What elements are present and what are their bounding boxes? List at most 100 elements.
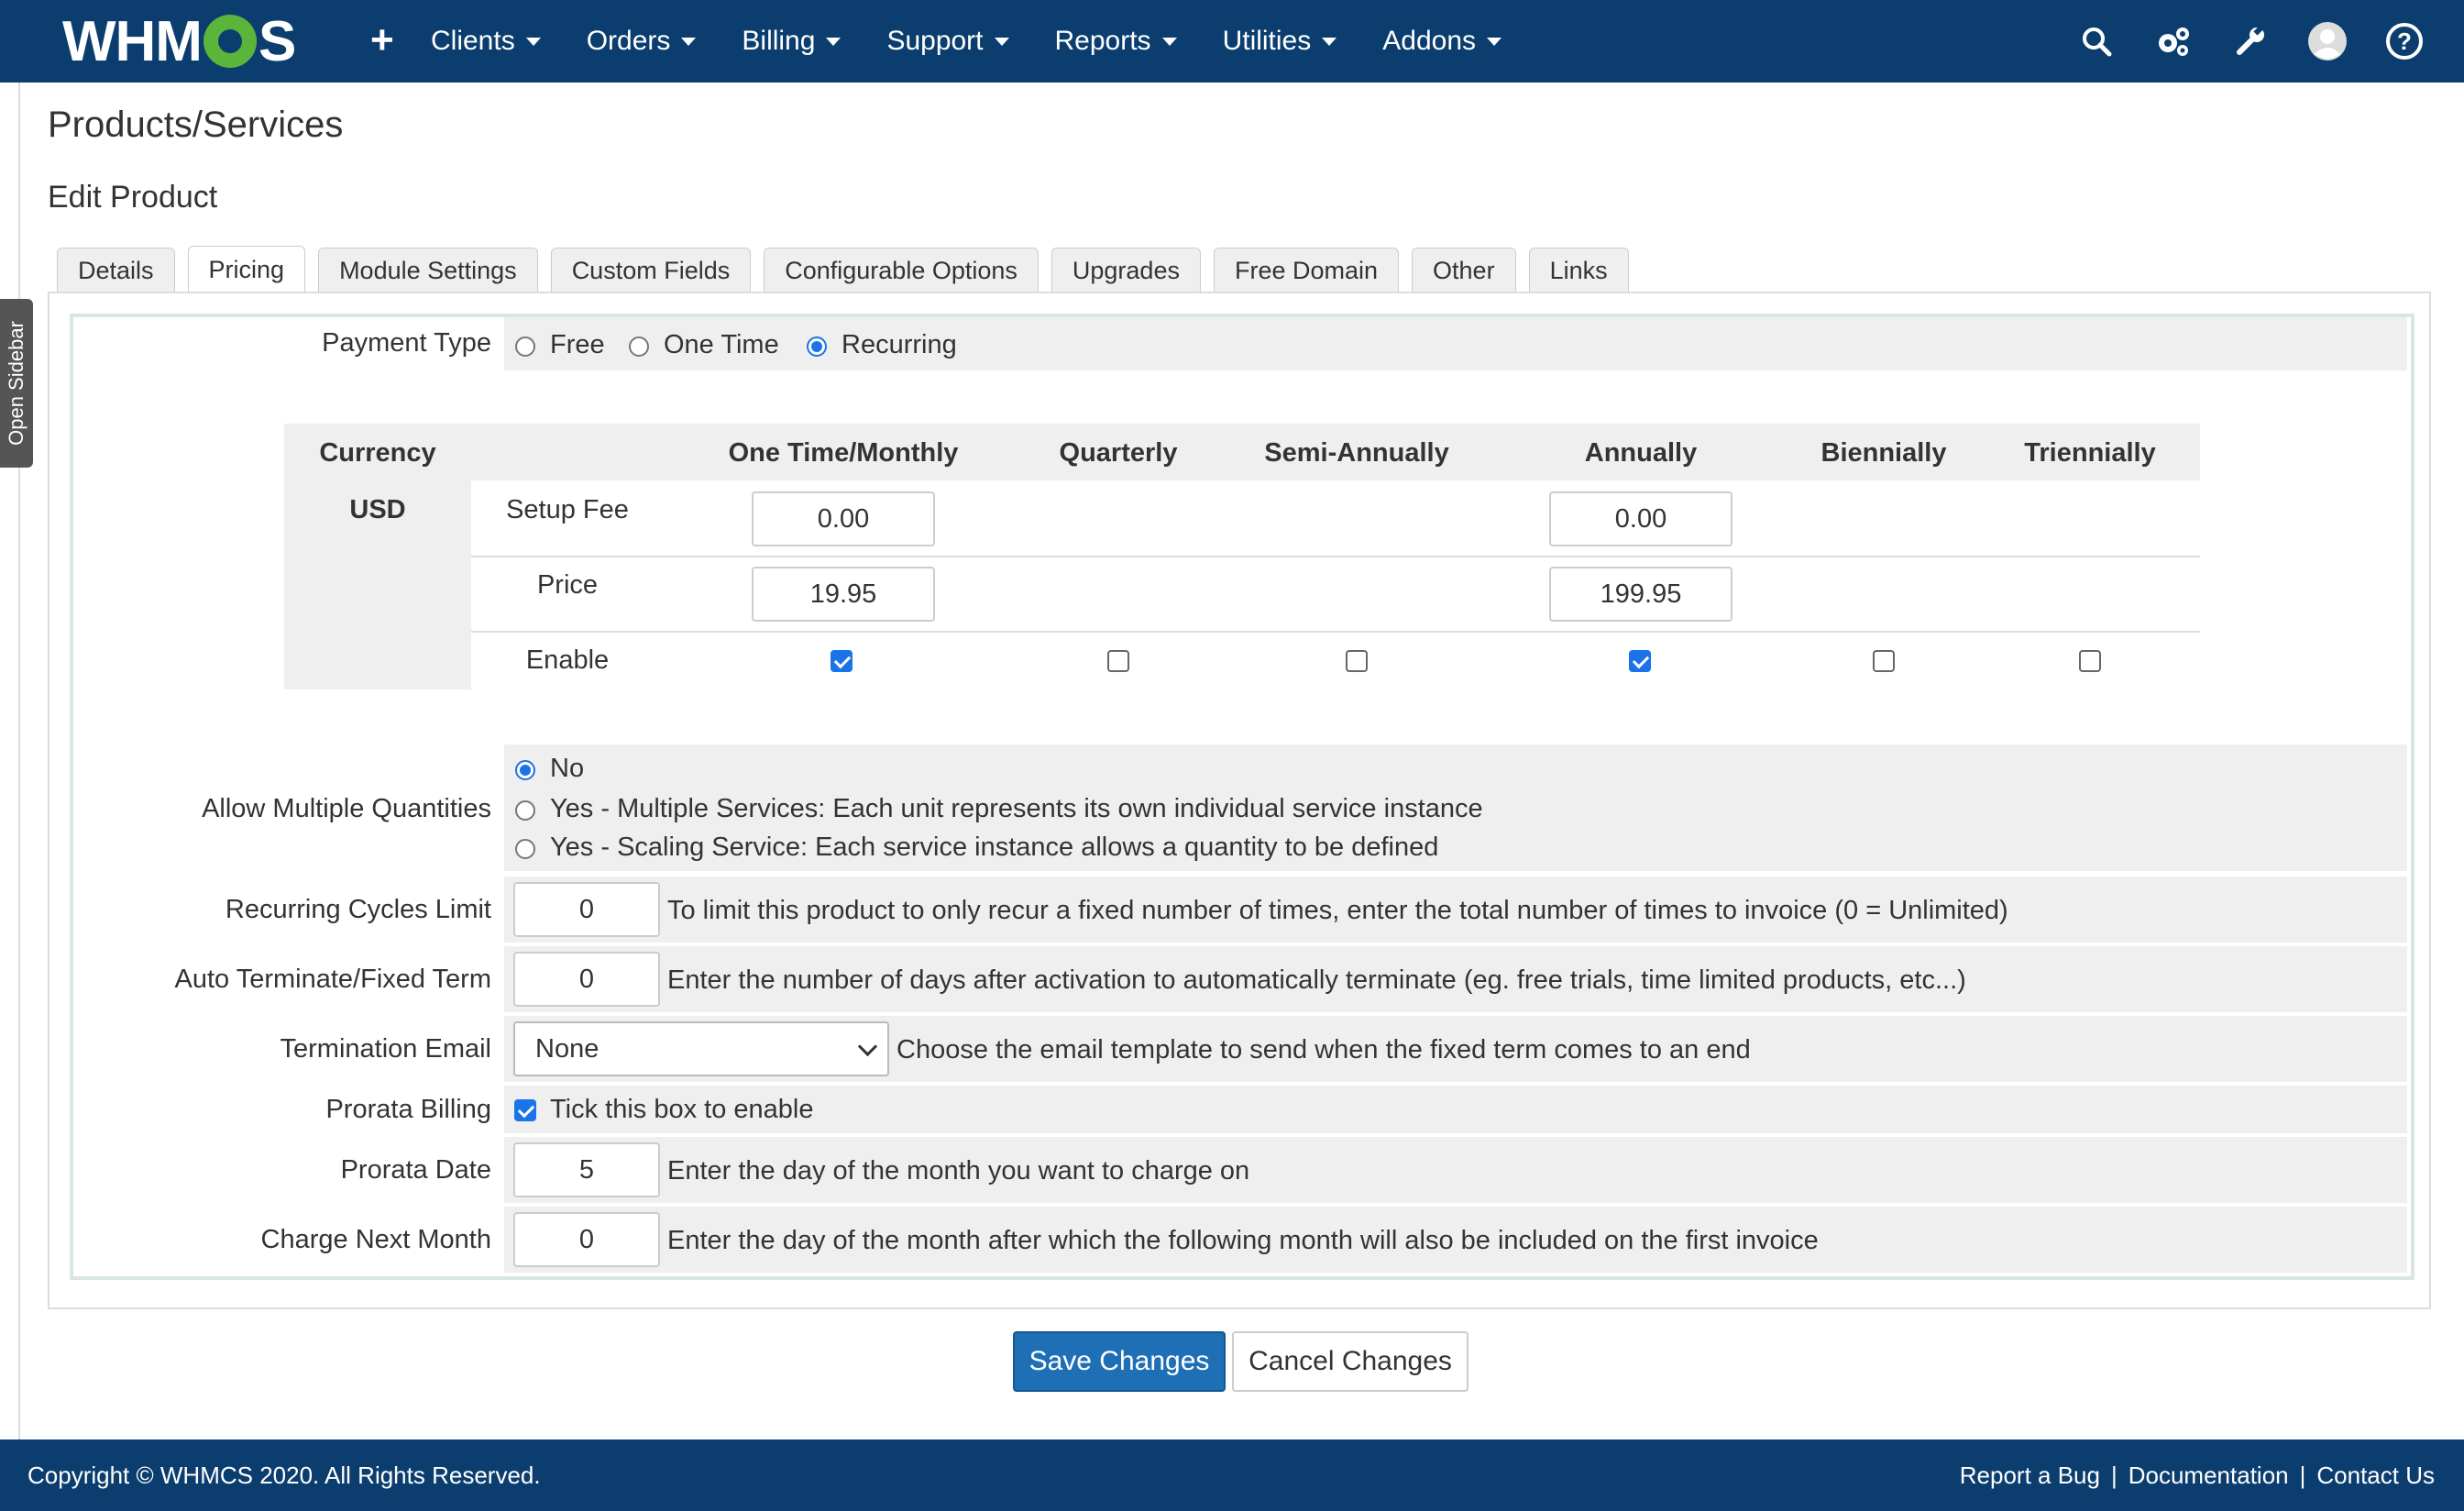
copyright-text: Copyright © WHMCS 2020. All Rights Reser…	[28, 1461, 541, 1489]
setup-fee-monthly-input[interactable]: 0.00	[752, 491, 935, 546]
enable-quarterly-checkbox[interactable]	[1107, 650, 1129, 672]
prorata-billing-label: Prorata Billing	[325, 1095, 491, 1124]
payment-type-label: Payment Type	[322, 328, 491, 358]
gears-icon[interactable]	[2150, 18, 2196, 64]
tab-details[interactable]: Details	[57, 248, 175, 293]
menu-clients[interactable]: Clients	[431, 26, 541, 57]
menu-orders[interactable]: Orders	[587, 26, 697, 57]
menu-label: Clients	[431, 26, 515, 56]
chevron-down-icon	[857, 1036, 878, 1057]
allow-multiple-quantities-label: Allow Multiple Quantities	[202, 794, 491, 823]
whmcs-logo[interactable]: WHM S	[62, 9, 296, 73]
prorata-billing-checkbox[interactable]	[514, 1099, 536, 1121]
menu-utilities[interactable]: Utilities	[1223, 26, 1337, 57]
logo-text-end: S	[258, 9, 296, 73]
contact-us-link[interactable]: Contact Us	[2316, 1461, 2435, 1490]
enable-semiannually-checkbox[interactable]	[1346, 650, 1368, 672]
header-semiannually: Semi-Annually	[1264, 438, 1449, 468]
quantities-scaling-service-label: Yes - Scaling Service: Each service inst…	[550, 833, 1439, 862]
tab-links[interactable]: Links	[1528, 248, 1629, 293]
menu-support[interactable]: Support	[886, 26, 1009, 57]
enable-label: Enable	[525, 645, 610, 675]
caret-down-icon	[994, 37, 1009, 46]
user-avatar-icon[interactable]	[2304, 18, 2350, 64]
payment-type-row	[504, 317, 2407, 370]
tab-other[interactable]: Other	[1412, 248, 1516, 293]
price-label: Price	[536, 570, 599, 600]
caret-down-icon	[681, 37, 697, 46]
termination-email-selected: None	[535, 1033, 600, 1064]
menu-billing[interactable]: Billing	[742, 26, 842, 57]
svg-text:?: ?	[2397, 28, 2412, 55]
termination-email-help: Choose the email template to send when t…	[896, 1035, 1751, 1064]
header-monthly: One Time/Monthly	[728, 438, 959, 468]
logo-text: WHM	[62, 9, 203, 73]
quantities-no-label: No	[550, 754, 585, 783]
menu-label: Addons	[1382, 26, 1476, 56]
payment-type-free-radio[interactable]	[515, 336, 535, 357]
auto-terminate-input[interactable]: 0	[513, 952, 660, 1007]
tab-pricing[interactable]: Pricing	[187, 246, 306, 293]
auto-terminate-label: Auto Terminate/Fixed Term	[174, 965, 491, 994]
open-sidebar-toggle[interactable]: Open Sidebar	[0, 299, 33, 468]
caret-down-icon	[525, 37, 541, 46]
tab-custom-fields[interactable]: Custom Fields	[550, 248, 752, 293]
enable-triennially-checkbox[interactable]	[2079, 650, 2101, 672]
tab-configurable-options[interactable]: Configurable Options	[764, 248, 1039, 293]
link-separator: |	[2110, 1461, 2118, 1489]
page-left-border	[18, 83, 20, 1439]
help-icon[interactable]: ?	[2382, 18, 2427, 64]
recurring-cycles-limit-input[interactable]: 0	[513, 882, 660, 937]
link-separator: |	[2299, 1461, 2306, 1489]
add-new-icon[interactable]: +	[370, 20, 394, 61]
header-triennially: Triennially	[2024, 438, 2156, 468]
setup-fee-annually-input[interactable]: 0.00	[1549, 491, 1732, 546]
enable-annually-checkbox[interactable]	[1629, 650, 1651, 672]
prorata-date-help: Enter the day of the month you want to c…	[667, 1156, 1250, 1186]
quantities-scaling-service-radio[interactable]	[515, 839, 535, 859]
payment-type-onetime-radio[interactable]	[629, 336, 649, 357]
cancel-changes-button[interactable]: Cancel Changes	[1232, 1331, 1468, 1392]
enable-biennially-checkbox[interactable]	[1873, 650, 1895, 672]
report-bug-link[interactable]: Report a Bug	[1960, 1461, 2100, 1490]
tab-module-settings[interactable]: Module Settings	[318, 248, 538, 293]
navbar-icons: ?	[2042, 18, 2427, 64]
save-changes-button[interactable]: Save Changes	[1013, 1331, 1226, 1392]
header-quarterly: Quarterly	[1059, 438, 1178, 468]
menu-reports[interactable]: Reports	[1055, 26, 1177, 57]
menu-label: Utilities	[1222, 26, 1312, 56]
price-monthly-input[interactable]: 19.95	[752, 567, 935, 622]
enable-monthly-checkbox[interactable]	[830, 650, 852, 672]
tab-free-domain[interactable]: Free Domain	[1213, 248, 1400, 293]
wrench-icon[interactable]	[2228, 18, 2273, 64]
quantities-no-radio[interactable]	[515, 760, 535, 780]
price-annually-input[interactable]: 199.95	[1549, 567, 1732, 622]
sidebar-toggle-label: Open Sidebar	[5, 321, 28, 446]
header-annually: Annually	[1584, 438, 1698, 468]
currency-code: USD	[349, 495, 406, 524]
termination-email-select[interactable]: None	[513, 1021, 889, 1076]
row-divider	[471, 556, 2200, 557]
search-icon[interactable]	[2074, 18, 2119, 64]
caret-down-icon	[1487, 37, 1502, 46]
caret-down-icon	[826, 37, 842, 46]
menu-addons[interactable]: Addons	[1382, 26, 1502, 57]
charge-next-month-input[interactable]: 0	[513, 1212, 660, 1267]
quantities-multiple-services-radio[interactable]	[515, 800, 535, 821]
logo-gear-icon	[203, 15, 257, 68]
payment-type-recurring-radio[interactable]	[807, 336, 827, 357]
main-menu: Clients Orders Billing Support Reports U…	[431, 0, 1547, 83]
payment-type-free-label: Free	[550, 330, 605, 359]
header-biennially: Biennially	[1820, 438, 1947, 468]
page-title: Products/Services	[48, 105, 344, 145]
recurring-cycles-limit-help: To limit this product to only recur a fi…	[667, 896, 2008, 925]
termination-email-label: Termination Email	[280, 1034, 491, 1064]
prorata-date-input[interactable]: 5	[513, 1142, 660, 1197]
tab-upgrades[interactable]: Upgrades	[1050, 248, 1201, 293]
documentation-link[interactable]: Documentation	[2128, 1461, 2289, 1490]
page-footer: Copyright © WHMCS 2020. All Rights Reser…	[0, 1439, 2464, 1511]
payment-type-recurring-label: Recurring	[842, 330, 957, 359]
quantities-multiple-services-label: Yes - Multiple Services: Each unit repre…	[550, 794, 1483, 823]
charge-next-month-label: Charge Next Month	[260, 1225, 491, 1254]
auto-terminate-help: Enter the number of days after activatio…	[667, 965, 1966, 995]
